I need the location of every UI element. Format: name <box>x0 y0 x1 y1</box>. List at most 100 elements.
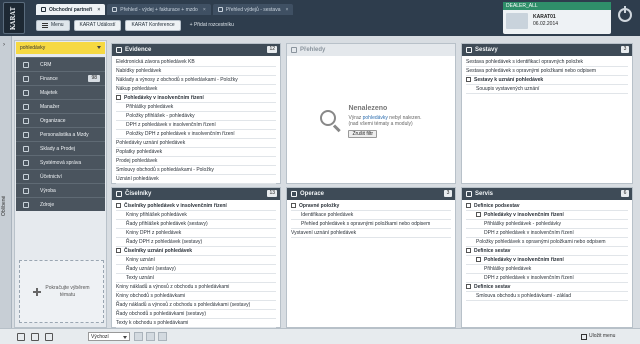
list-item[interactable]: Řady nákladů a výnosů z obchodu s pohled… <box>116 301 276 310</box>
sidebar-item-organizace[interactable]: Organizace <box>16 113 105 127</box>
sidebar-item-personalistika[interactable]: Personalistika a Mzdy <box>16 127 105 141</box>
panel-header[interactable]: Číselníky 13 <box>112 188 280 200</box>
sidebar-item-crm[interactable]: CRM <box>16 57 105 71</box>
list-item[interactable]: Souupis vystavených uznání <box>466 85 628 94</box>
layout-list-icon[interactable] <box>31 333 39 341</box>
collapse-icon[interactable] <box>466 248 471 254</box>
list-item[interactable]: Položky pohledávek s opravnými položkami… <box>466 238 628 247</box>
list-item[interactable]: Identifikace pohledávek <box>291 211 451 220</box>
list-group-header[interactable]: Pohledávky v insolvenčním řízení <box>466 256 628 265</box>
list-item[interactable]: Kniny obchodů s pohledávkami <box>116 292 276 301</box>
add-layout-icon[interactable] <box>134 332 143 341</box>
list-item[interactable]: Pohledávky uznání pohledávek <box>116 139 276 148</box>
list-item[interactable]: DPH z pohledávek v insolvenčním řízení <box>116 121 276 130</box>
layout-grid-icon[interactable] <box>17 333 25 341</box>
tab-prehled-vydej[interactable]: Přehled - výdej + fakturace + mzdo × <box>107 4 211 15</box>
list-item[interactable]: Položky přihlášek - pohledávky <box>116 112 276 121</box>
power-icon[interactable] <box>618 6 632 22</box>
list-item[interactable]: Sestava pohledávek s opravnými položkami… <box>466 67 628 76</box>
list-item[interactable]: Přihlášky pohledávek <box>116 103 276 112</box>
panel-header[interactable]: Přehledy <box>287 44 455 56</box>
sidebar-item-sklady[interactable]: Sklady a Prodej <box>16 141 105 155</box>
collapse-icon[interactable] <box>116 248 121 254</box>
panel-header[interactable]: Operace 3 <box>287 188 455 200</box>
collapse-icon[interactable] <box>466 284 471 290</box>
list-group-header[interactable]: Opravné položky <box>291 202 451 211</box>
list-item[interactable]: Uznání pohledávek <box>116 175 276 184</box>
save-menu-button[interactable]: Uložit menu <box>578 332 618 341</box>
list-item[interactable]: Přehled pohledávek s opravnými položkami… <box>291 220 451 229</box>
sidebar-item-zdroje[interactable]: Zdroje <box>16 197 105 211</box>
sidebar-item-ucetnictvi[interactable]: Účetnictví <box>16 169 105 183</box>
list-item[interactable]: Řady obchodů s pohledávkami (sestavy) <box>116 310 276 319</box>
list-group-header[interactable]: Sestavy k uznání pohledávek <box>466 76 628 85</box>
collapse-icon[interactable] <box>116 95 121 101</box>
close-icon[interactable]: × <box>203 7 206 13</box>
panel-header[interactable]: Servis 6 <box>462 188 632 200</box>
list-group-header[interactable]: Definice sestav <box>466 283 628 292</box>
menu-button[interactable]: Menu <box>36 19 70 31</box>
list-item[interactable]: Poplatky pohledávek <box>116 148 276 157</box>
list-item[interactable]: Kniny nákladů a výnosů z obchodu s pohle… <box>116 283 276 292</box>
list-item[interactable]: Texty k obchodu s pohledávkami <box>116 319 276 328</box>
list-group-header[interactable]: Definice sestav <box>466 247 628 256</box>
list-item[interactable]: Vystavení uznání pohledávek <box>291 229 451 238</box>
sidebar-item-systemova-sprava[interactable]: Systémová správa <box>16 155 105 169</box>
list-group-header[interactable]: Číselníky uznání pohledávek <box>116 247 276 256</box>
close-icon[interactable]: × <box>286 7 289 13</box>
tab-obchodni-partneri[interactable]: Obchodní partneři × <box>36 4 106 15</box>
collapse-icon[interactable] <box>466 203 471 209</box>
chevron-right-icon[interactable]: › <box>3 42 5 48</box>
list-item[interactable]: Kniny uznání <box>116 256 276 265</box>
collapse-icon[interactable] <box>291 203 296 209</box>
list-item[interactable]: Přihlášky pohledávek - pohledávky <box>466 220 628 229</box>
list-item[interactable]: Smlouvy obchodů s pohledávkami - Položky <box>116 166 276 175</box>
list-group-header[interactable]: Definice podsestav <box>466 202 628 211</box>
list-group-header[interactable]: Číselníky pohledávek v insolvenčním říze… <box>116 202 276 211</box>
list-item[interactable]: Položky DPH z pohledávek v insolvenčním … <box>116 130 276 139</box>
list-item[interactable]: Přihlášky pohledávek <box>466 265 628 274</box>
sidebar-item-finance[interactable]: Finance 98 <box>16 71 105 85</box>
favorites-strip[interactable]: › Oblíbené <box>0 36 12 328</box>
list-item[interactable]: DPH z pohledávek v insolvenčním řízení <box>466 229 628 238</box>
list-item[interactable]: Nabídky pohledávek <box>116 67 276 76</box>
list-item[interactable]: Sestava pohledávek s identifikací opravn… <box>466 58 628 67</box>
collapse-icon[interactable] <box>466 77 471 83</box>
list-item[interactable]: Kniny DPH z pohledávek <box>116 229 276 238</box>
delete-layout-icon[interactable] <box>158 332 167 341</box>
toolbar-button-konference[interactable]: KARAT Konference <box>125 19 181 31</box>
layout-select[interactable]: Výchozí <box>88 332 130 341</box>
panel-header[interactable]: Evidence 12 <box>112 44 280 56</box>
list-item[interactable]: Náklady a výnosy z obchodů s pohledávkam… <box>116 76 276 85</box>
close-icon[interactable]: × <box>97 7 100 13</box>
chevron-down-icon[interactable] <box>97 46 101 49</box>
clear-filter-button[interactable]: Zrušit filtr <box>348 129 377 138</box>
collapse-icon[interactable] <box>116 203 121 209</box>
collapse-icon[interactable] <box>476 212 481 218</box>
list-item[interactable]: DPH z pohledávek v insolvenčním řízení <box>466 274 628 283</box>
list-item[interactable]: Prodej pohledávek <box>116 157 276 166</box>
toolbar-button-udalosti[interactable]: KARAT Událostí <box>73 19 122 31</box>
sidebar-item-manazer[interactable]: Manažer <box>16 99 105 113</box>
search-input[interactable]: pohledávky <box>16 42 105 54</box>
collapse-icon[interactable] <box>476 257 481 263</box>
list-item[interactable]: Řady uznání (sestavy) <box>116 265 276 274</box>
list-item[interactable]: Smlouva obchodu s pohledávkami - základ <box>466 292 628 301</box>
tab-prehled-vydeju[interactable]: Přehled výdejů - sestava × <box>212 4 294 15</box>
list-item[interactable]: Elektronická závora pohledávek KB <box>116 58 276 67</box>
topic-dropzone[interactable]: Pokračujte výběrem tématu <box>19 260 104 323</box>
list-item[interactable]: Řady přihlášek pohledávek (sestavy) <box>116 220 276 229</box>
edit-layout-icon[interactable] <box>146 332 155 341</box>
list-group-header[interactable]: Pohledávky v insolvenčním řízení <box>466 211 628 220</box>
sidebar-item-majetek[interactable]: Majetek <box>16 85 105 99</box>
app-logo[interactable]: KARAT <box>3 2 25 34</box>
user-box[interactable]: DEALER_ALL KARAT01 06.02.2014 <box>503 2 611 34</box>
list-item[interactable]: Řady DPH z pohledávek (sestavy) <box>116 238 276 247</box>
list-group-header[interactable]: Pohledávky v insolvenčním řízení <box>116 94 276 103</box>
list-item[interactable]: Texty uznání <box>116 274 276 283</box>
list-item[interactable]: Kniny přihlášek pohledávek <box>116 211 276 220</box>
sidebar-item-vyroba[interactable]: Výroba <box>16 183 105 197</box>
list-item[interactable]: Nákup pohledávek <box>116 85 276 94</box>
layout-columns-icon[interactable] <box>45 333 53 341</box>
panel-header[interactable]: Sestavy 3 <box>462 44 632 56</box>
